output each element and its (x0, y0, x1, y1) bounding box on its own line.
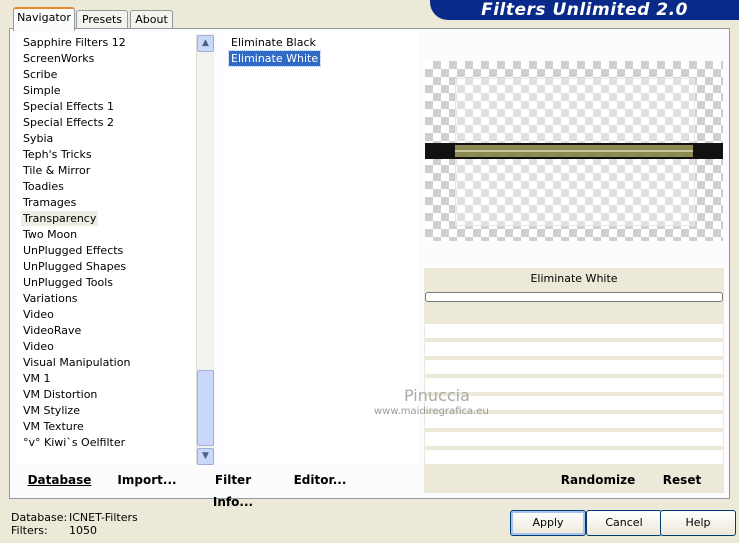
editor-button[interactable]: Editor... (292, 469, 348, 491)
scroll-thumb[interactable] (197, 370, 214, 446)
category-item[interactable]: VideoRave (21, 323, 83, 338)
category-scrollbar[interactable]: ▲ ▼ (196, 34, 214, 465)
filter-item-selected[interactable]: Eliminate White (227, 50, 322, 67)
category-item[interactable]: UnPlugged Effects (21, 243, 125, 258)
tab-navigator[interactable]: Navigator (13, 7, 75, 31)
category-item[interactable]: Tramages (21, 195, 78, 210)
scroll-up-icon[interactable]: ▲ (197, 35, 214, 52)
category-item[interactable]: Teph's Tricks (21, 147, 94, 162)
category-item[interactable]: Sybia (21, 131, 55, 146)
category-item[interactable]: Scribe (21, 67, 59, 82)
category-item[interactable]: UnPlugged Tools (21, 275, 115, 290)
category-item[interactable]: VM Texture (21, 419, 86, 434)
category-item[interactable]: Sapphire Filters 12 (21, 35, 128, 50)
parameter-row (425, 450, 723, 464)
category-item[interactable]: Special Effects 2 (21, 115, 116, 130)
preview-image (425, 61, 723, 241)
category-item-selected[interactable]: Transparency (21, 211, 99, 226)
watermark-url: www.maidiregrafica.eu (374, 406, 489, 417)
database-value: ICNET-Filters (69, 511, 138, 524)
filter-info-button[interactable]: Filter Info... (196, 469, 270, 509)
category-item[interactable]: UnPlugged Shapes (21, 259, 128, 274)
preview-stripe-line (455, 150, 693, 152)
filter-list[interactable]: Eliminate Black Eliminate White (223, 32, 418, 464)
filter-item[interactable]: Eliminate Black (229, 35, 318, 50)
randomize-button[interactable]: Randomize (560, 469, 636, 491)
database-label: Database: (11, 511, 68, 524)
category-item[interactable]: Special Effects 1 (21, 99, 116, 114)
category-item[interactable]: Variations (21, 291, 80, 306)
category-item[interactable]: Video (21, 307, 56, 322)
category-item[interactable]: Toadies (21, 179, 66, 194)
parameter-row (425, 432, 723, 446)
filters-count: 1050 (69, 524, 97, 537)
category-list[interactable]: Sapphire Filters 12 ScreenWorks Scribe S… (15, 32, 213, 464)
scroll-down-icon[interactable]: ▼ (197, 448, 214, 465)
category-item[interactable]: Simple (21, 83, 63, 98)
category-item[interactable]: VM Stylize (21, 403, 82, 418)
category-item[interactable]: Visual Manipulation (21, 355, 132, 370)
window-title: Filters Unlimited 2.0 (430, 0, 739, 20)
category-item[interactable]: VM 1 (21, 371, 53, 386)
apply-button[interactable]: Apply (510, 510, 586, 536)
import-button[interactable]: Import... (113, 469, 181, 491)
tab-presets[interactable]: Presets (76, 10, 128, 29)
parameter-row (425, 342, 723, 356)
category-item[interactable]: Tile & Mirror (21, 163, 92, 178)
database-button[interactable]: Database (22, 469, 97, 491)
filters-label: Filters: (11, 524, 48, 537)
help-button[interactable]: Help (660, 510, 736, 536)
parameter-slider[interactable] (425, 292, 723, 302)
watermark-name: Pinuccia (404, 386, 470, 405)
tab-about[interactable]: About (130, 10, 173, 29)
parameter-row (425, 360, 723, 374)
category-item[interactable]: Two Moon (21, 227, 79, 242)
parameter-title: Eliminate White (530, 272, 618, 285)
category-item[interactable]: VM Distortion (21, 387, 99, 402)
cancel-button[interactable]: Cancel (586, 510, 662, 536)
reset-button[interactable]: Reset (656, 469, 708, 491)
category-item[interactable]: Video (21, 339, 56, 354)
category-item[interactable]: ScreenWorks (21, 51, 96, 66)
parameters-panel: Eliminate White (424, 268, 724, 493)
parameter-row (425, 324, 723, 338)
category-item[interactable]: °v° Kiwi`s Oelfilter (21, 435, 127, 450)
